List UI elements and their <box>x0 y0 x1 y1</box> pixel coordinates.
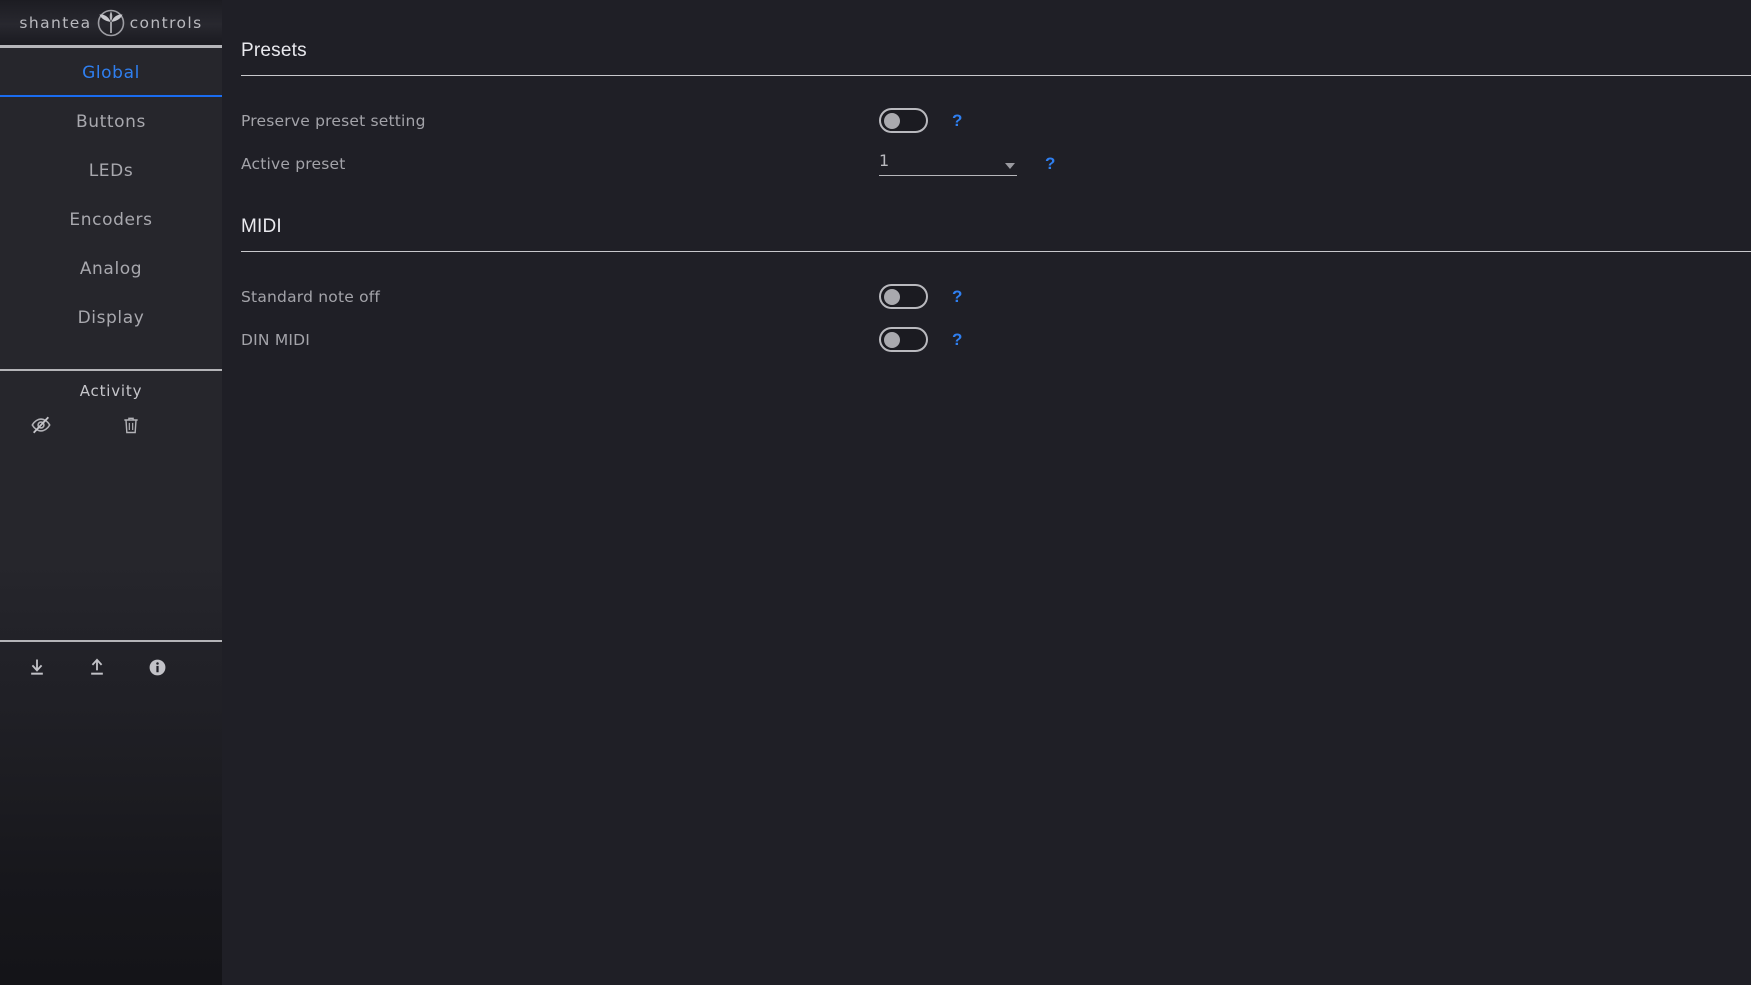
sidebar-item-global[interactable]: Global <box>0 48 222 97</box>
activity-title: Activity <box>79 382 143 400</box>
toggle-knob <box>884 288 900 305</box>
sidebar-item-label: LEDs <box>88 160 134 181</box>
toggle-knob <box>884 112 900 129</box>
sidebar-item-leds[interactable]: LEDs <box>0 146 222 195</box>
din-midi-toggle[interactable] <box>879 327 928 352</box>
shantea-leaf-logo-icon <box>94 8 128 38</box>
info-icon[interactable] <box>144 654 170 680</box>
main-content: Presets Preserve preset setting ? Active… <box>222 0 1751 985</box>
preserve-preset-setting-toggle[interactable] <box>879 108 928 133</box>
app-root: shantea controls Global Buttons LEDs Enc… <box>0 0 1751 985</box>
sidebar-item-label: Display <box>77 307 145 328</box>
help-icon[interactable]: ? <box>952 111 962 131</box>
brand-name-right: controls <box>129 13 203 32</box>
sidebar-item-label: Analog <box>79 258 143 279</box>
chevron-down-icon <box>1005 163 1015 169</box>
upload-icon[interactable] <box>84 654 110 680</box>
trash-icon[interactable] <box>118 412 144 438</box>
row-active-preset: Active preset 1 ? <box>241 142 1751 185</box>
toggle-knob <box>884 331 900 348</box>
row-label: Standard note off <box>241 287 381 306</box>
app-logo-header: shantea controls <box>0 0 222 48</box>
sidebar: shantea controls Global Buttons LEDs Enc… <box>0 0 222 985</box>
section-title-presets: Presets <box>241 40 307 61</box>
brand-name-left: shantea <box>19 13 92 32</box>
row-label: Active preset <box>241 154 346 173</box>
sidebar-nav: Global Buttons LEDs Encoders Analog Disp… <box>0 48 222 342</box>
eye-off-icon[interactable] <box>28 412 54 438</box>
help-icon[interactable]: ? <box>952 287 962 307</box>
select-value: 1 <box>879 151 890 170</box>
sidebar-item-buttons[interactable]: Buttons <box>0 97 222 146</box>
sidebar-bottom-toolbar <box>0 640 222 680</box>
active-preset-select[interactable]: 1 <box>879 151 1017 176</box>
sidebar-item-display[interactable]: Display <box>0 293 222 342</box>
sidebar-item-encoders[interactable]: Encoders <box>0 195 222 244</box>
sidebar-item-label: Buttons <box>75 111 146 132</box>
standard-note-off-toggle[interactable] <box>879 284 928 309</box>
activity-panel: Activity <box>0 369 222 438</box>
row-label: DIN MIDI <box>241 330 311 349</box>
download-icon[interactable] <box>24 654 50 680</box>
section-title-midi: MIDI <box>241 216 282 237</box>
section-midi: MIDI Standard note off ? DIN MIDI ? <box>241 216 1751 361</box>
row-preserve-preset-setting: Preserve preset setting ? <box>241 99 1751 142</box>
row-standard-note-off: Standard note off ? <box>241 275 1751 318</box>
help-icon[interactable]: ? <box>952 330 962 350</box>
sidebar-item-analog[interactable]: Analog <box>0 244 222 293</box>
section-presets: Presets Preserve preset setting ? Active… <box>241 40 1751 185</box>
help-icon[interactable]: ? <box>1045 154 1055 174</box>
sidebar-item-label: Encoders <box>69 209 153 230</box>
row-din-midi: DIN MIDI ? <box>241 318 1751 361</box>
row-label: Preserve preset setting <box>241 111 426 130</box>
sidebar-item-label: Global <box>82 62 140 83</box>
